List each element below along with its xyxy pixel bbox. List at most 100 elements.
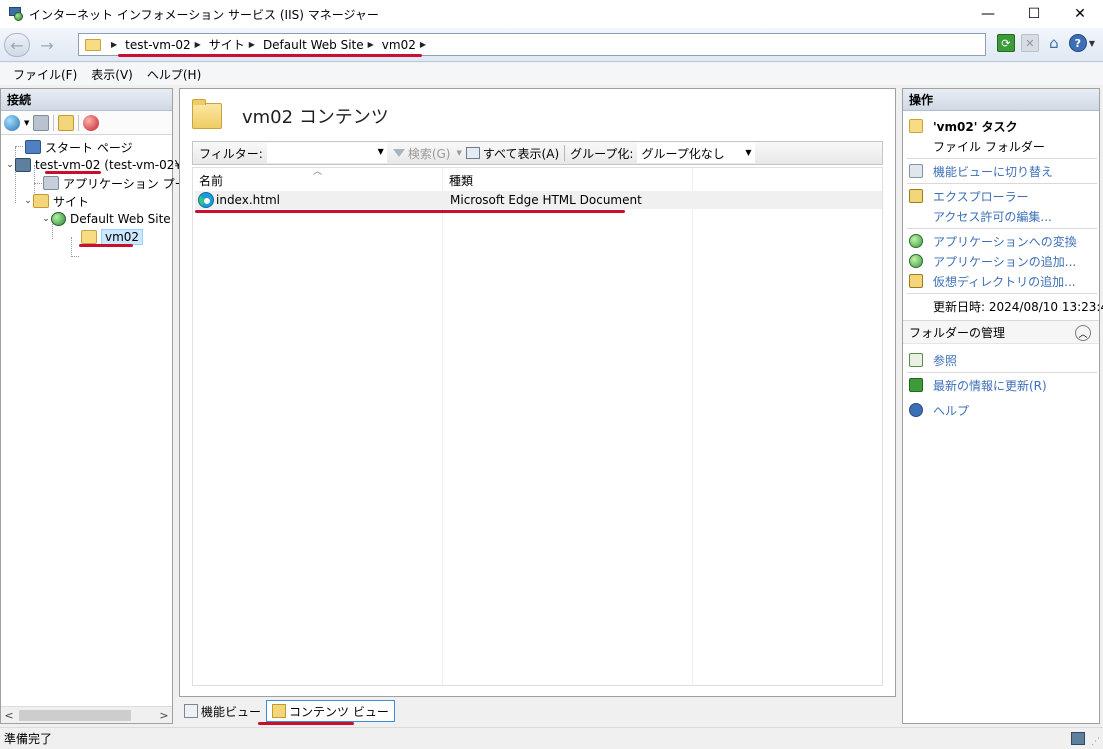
refresh-icon[interactable]: ⟳ <box>996 34 1015 52</box>
help-icon[interactable]: ? <box>1068 34 1087 52</box>
group-by-value: グループ化なし <box>641 146 725 161</box>
folder-management-header[interactable]: フォルダーの管理 ︿ <box>903 320 1099 344</box>
column-header-type[interactable]: 種類 <box>449 172 473 189</box>
show-all-button[interactable]: すべて表示(A) <box>465 145 560 162</box>
menu-view[interactable]: 表示(V) <box>84 66 140 83</box>
remove-connection-icon[interactable] <box>83 114 100 131</box>
breadcrumb-vm02[interactable]: vm02 <box>382 38 416 52</box>
action-add-application[interactable]: アプリケーションの追加... <box>903 251 1099 271</box>
breadcrumb-sites[interactable]: サイト <box>209 36 245 53</box>
chevron-down-icon[interactable]: ⌄ <box>41 214 51 224</box>
horizontal-scrollbar[interactable]: < > <box>1 706 172 723</box>
filter-input[interactable]: ▼ <box>266 143 387 163</box>
tree-item-label: vm02 <box>101 229 144 245</box>
connections-pane: 接続 ▼ スタート ページ ⌄ test-vm-02 (test-vm-02¥ <box>0 88 199 724</box>
action-label: アクセス許可の編集... <box>933 209 1052 224</box>
connect-icon[interactable] <box>4 114 20 131</box>
application-icon <box>909 254 923 268</box>
back-button[interactable]: ← <box>4 33 30 57</box>
tree-item-label: サイト <box>53 194 90 209</box>
filter-bar: フィルター: ▼ 検索(G) ▼ すべて表示(A) グループ化: グループ化なし… <box>192 141 883 165</box>
action-label: ヘルプ <box>933 403 970 418</box>
page-title: vm02 コンテンツ <box>242 107 389 128</box>
content-pane: vm02 コンテンツ フィルター: ▼ 検索(G) ▼ すべて表示(A) グルー… <box>179 88 896 697</box>
action-refresh[interactable]: 最新の情報に更新(R) <box>903 375 1099 395</box>
resize-grip-icon[interactable]: ⋰ <box>1091 737 1100 747</box>
close-button[interactable]: ✕ <box>1057 0 1103 28</box>
action-help[interactable]: ヘルプ <box>903 400 1099 420</box>
chevron-down-icon[interactable]: ⌄ <box>23 196 33 206</box>
show-all-icon <box>465 147 480 159</box>
maximize-button[interactable]: ☐ <box>1011 0 1057 28</box>
column-header-name[interactable]: 名前 <box>199 172 223 189</box>
chevron-up-icon[interactable]: ︿ <box>1075 325 1091 341</box>
chevron-down-icon[interactable]: ▼ <box>378 147 384 156</box>
tree-item-start-page[interactable]: スタート ページ <box>15 138 133 156</box>
home-icon[interactable]: ⌂ <box>1045 34 1063 52</box>
chevron-down-icon[interactable]: ▼ <box>745 148 751 157</box>
chevron-down-icon[interactable]: ▼ <box>1089 39 1095 48</box>
search-label: 検索(G) <box>407 146 451 161</box>
folder-icon <box>909 119 923 133</box>
up-folder-icon[interactable] <box>58 114 75 131</box>
status-bar: 準備完了 ⋰ <box>0 727 1103 749</box>
edge-icon <box>198 192 214 208</box>
tab-label: 機能ビュー <box>201 704 262 719</box>
chevron-down-icon[interactable]: ⌄ <box>5 160 15 170</box>
connections-toolbar: ▼ <box>1 111 172 135</box>
tree-item-sites[interactable]: ⌄ サイト <box>23 192 89 210</box>
breadcrumb-chevron-icon[interactable]: ▶ <box>368 40 374 49</box>
tree-item-label: Default Web Site <box>70 212 171 226</box>
breadcrumb-chevron-icon[interactable]: ▶ <box>111 40 117 49</box>
menu-help[interactable]: ヘルプ(H) <box>140 66 208 83</box>
task-title: 'vm02' タスク <box>933 119 1018 134</box>
view-tabs: 機能ビュー コンテンツ ビュー <box>179 699 395 723</box>
group-by-select[interactable]: グループ化なし ▼ <box>637 143 756 163</box>
breadcrumb-chevron-icon[interactable]: ▶ <box>249 40 255 49</box>
show-all-label: すべて表示(A) <box>482 146 560 161</box>
modified-date: 更新日時: 2024/08/10 13:23:43 <box>933 299 1103 314</box>
row-name: index.html <box>216 193 280 207</box>
action-label: アプリケーションへの変換 <box>933 234 1077 249</box>
annotation-underline <box>195 210 625 213</box>
stop-icon[interactable]: ✕ <box>1020 34 1039 52</box>
tree-item-default-web-site[interactable]: ⌄ Default Web Site <box>41 210 171 228</box>
explorer-icon <box>909 189 923 203</box>
action-add-virtual-directory[interactable]: 仮想ディレクトリの追加... <box>903 271 1099 291</box>
address-bar[interactable]: ▶ test-vm-02 ▶ サイト ▶ Default Web Site ▶ … <box>78 33 986 56</box>
tree-item-app-pools[interactable]: アプリケーション プール <box>33 174 199 192</box>
action-label: 仮想ディレクトリの追加... <box>933 274 1076 289</box>
chevron-down-icon[interactable]: ▼ <box>456 149 461 157</box>
breadcrumb-server[interactable]: test-vm-02 <box>125 38 190 52</box>
table-row[interactable]: index.html Microsoft Edge HTML Document <box>195 191 882 209</box>
folder-type-row: ファイル フォルダー <box>903 136 1099 156</box>
start-page-icon <box>25 140 41 154</box>
action-switch-feature-view[interactable]: 機能ビューに切り替え <box>903 161 1099 181</box>
breadcrumb-chevron-icon[interactable]: ▶ <box>195 40 201 49</box>
action-explorer[interactable]: エクスプローラー <box>903 186 1099 206</box>
folder-type: ファイル フォルダー <box>933 139 1045 154</box>
scroll-left-icon[interactable]: < <box>1 709 17 722</box>
annotation-underline <box>79 244 133 247</box>
tab-feature-view[interactable]: 機能ビュー <box>179 700 266 722</box>
section-title: フォルダーの管理 <box>909 325 1006 340</box>
annotation-underline <box>45 171 101 174</box>
save-icon[interactable] <box>33 114 50 131</box>
scroll-right-icon[interactable]: > <box>156 709 172 722</box>
breadcrumb-default-web-site[interactable]: Default Web Site <box>263 38 364 52</box>
sort-caret-icon: ︿ <box>313 167 323 177</box>
search-button[interactable]: 検索(G) <box>392 145 451 162</box>
title-bar: インターネット インフォメーション サービス (IIS) マネージャー — ☐ … <box>0 0 1103 28</box>
forward-button[interactable]: → <box>34 33 60 57</box>
minimize-button[interactable]: — <box>965 0 1011 28</box>
breadcrumb-chevron-icon[interactable]: ▶ <box>420 40 426 49</box>
help-icon <box>909 403 923 417</box>
chevron-down-icon[interactable]: ▼ <box>24 119 29 127</box>
tab-content-view[interactable]: コンテンツ ビュー <box>266 700 395 722</box>
menu-file[interactable]: ファイル(F) <box>6 66 84 83</box>
action-edit-permissions[interactable]: アクセス許可の編集... <box>903 206 1099 226</box>
action-browse[interactable]: 参照 <box>903 350 1099 370</box>
connections-tree: スタート ページ ⌄ test-vm-02 (test-vm-02¥ アプリケー… <box>1 135 199 700</box>
action-convert-to-application[interactable]: アプリケーションへの変換 <box>903 231 1099 251</box>
scrollbar-thumb[interactable] <box>19 709 131 721</box>
